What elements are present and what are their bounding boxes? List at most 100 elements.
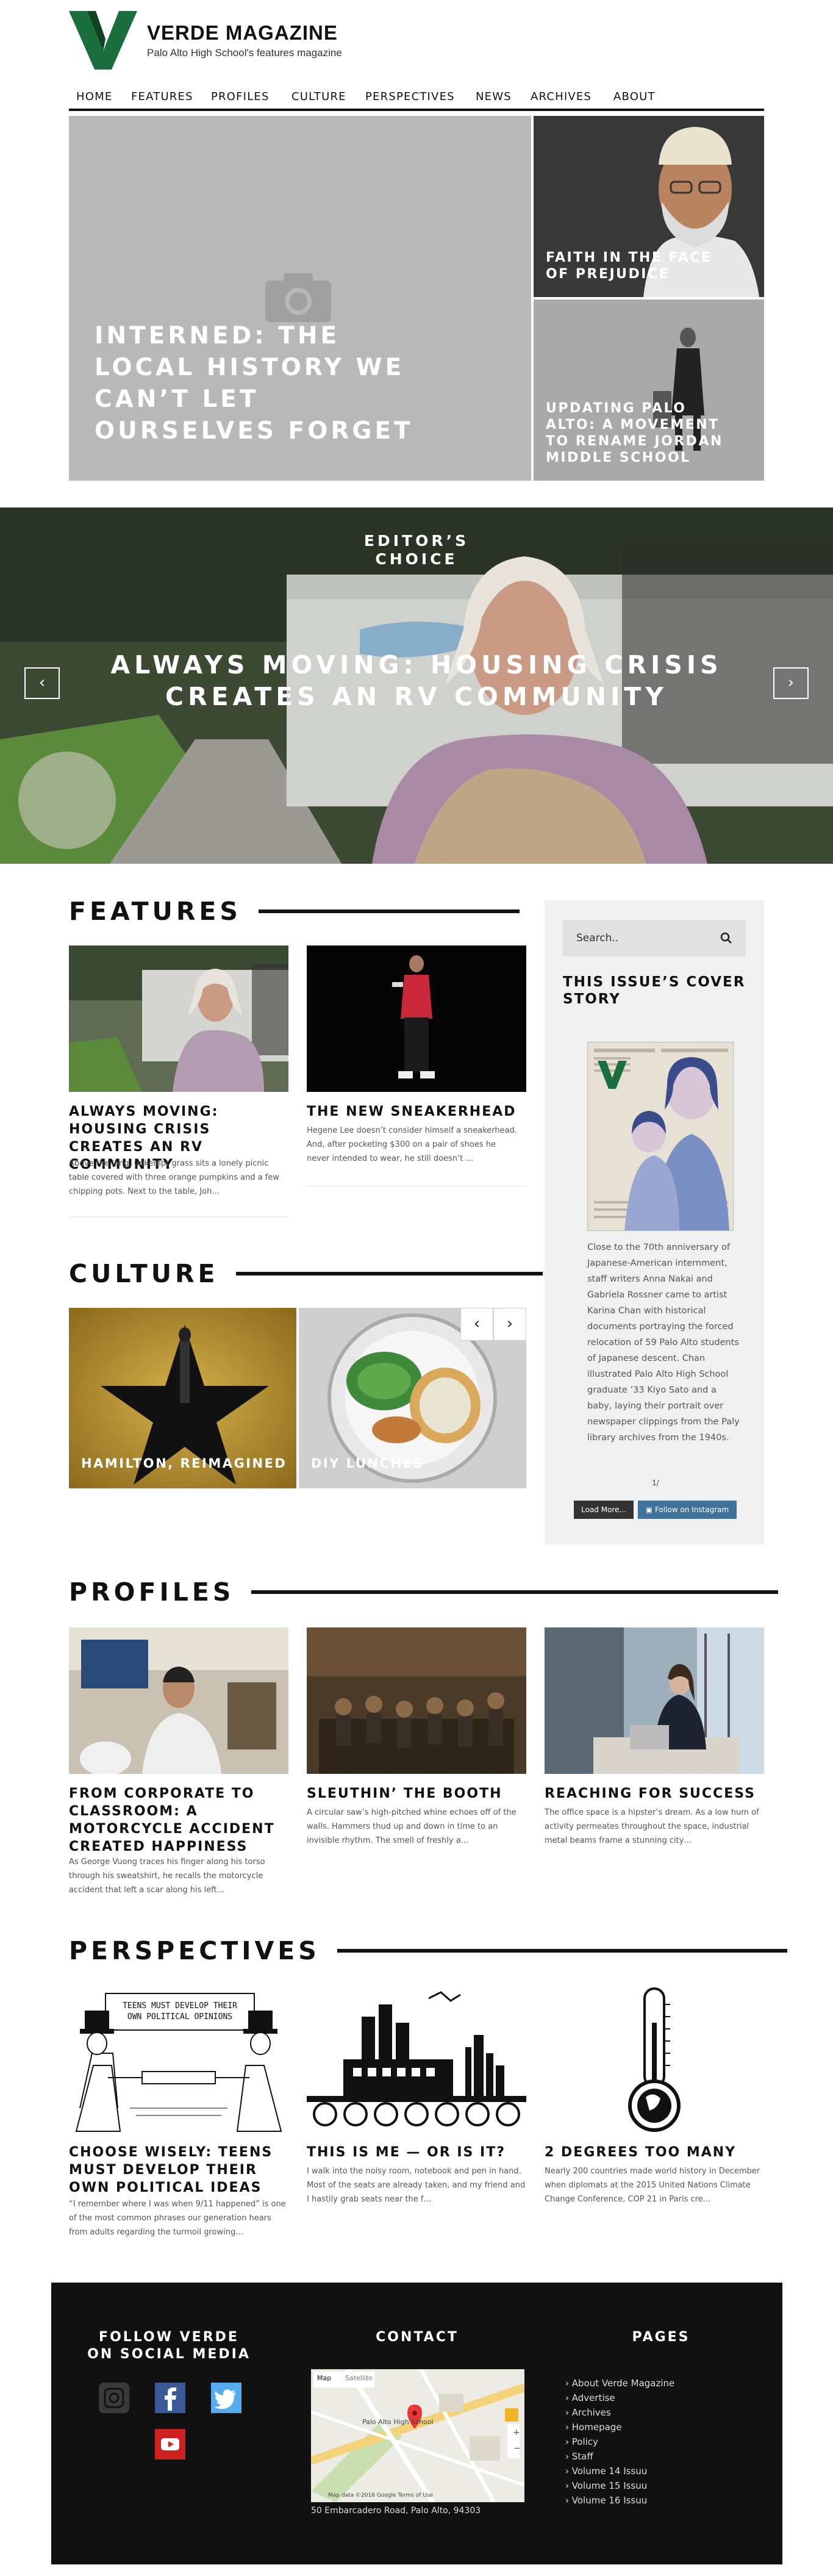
perspective-card-degrees[interactable]: 2 DEGREES TOO MANY Nearly 200 countries … xyxy=(545,1986,764,2218)
map-tab-map[interactable]: Map xyxy=(317,2374,331,2382)
feature-card-rv[interactable]: ALWAYS MOVING: HOUSING CRISIS CREATES AN… xyxy=(69,945,288,1218)
nav-perspectives[interactable]: PERSPECTIVES xyxy=(365,90,455,103)
perspective-card-title[interactable]: CHOOSE WISELY: TEENS MUST DEVELOP THEIR … xyxy=(69,2144,276,2197)
culture-prev-button[interactable]: ‹ xyxy=(460,1308,493,1341)
footer-page-link[interactable]: › Volume 16 Issuu xyxy=(565,2495,647,2506)
bullet-icon: › xyxy=(565,2466,569,2477)
features-heading: FEATURES xyxy=(69,897,520,926)
load-more-button[interactable]: Load More... xyxy=(574,1501,634,1519)
nav-profiles[interactable]: PROFILES xyxy=(211,90,270,103)
profile-card-title[interactable]: FROM CORPORATE TO CLASSROOM: A MOTORCYCL… xyxy=(69,1785,276,1856)
footer-page-link[interactable]: › About Verde Magazine xyxy=(565,2378,674,2389)
profile-card-title[interactable]: SLEUTHIN’ THE BOOTH xyxy=(307,1785,526,1803)
cover-story-image[interactable] xyxy=(587,1042,734,1231)
culture-next-button[interactable]: › xyxy=(493,1308,526,1341)
profiles-heading: PROFILES xyxy=(69,1577,779,1607)
heading-rule xyxy=(251,1590,779,1594)
footer-page-link[interactable]: › Staff xyxy=(565,2451,593,2462)
slider-prev-button[interactable]: ‹ xyxy=(24,667,60,699)
hero-tile-2-title[interactable]: UPDATING PALO ALTO: A MOVEMENT TO RENAME… xyxy=(546,400,741,466)
site-title: VERDE MAGAZINE xyxy=(147,21,338,44)
profile-card-corporate[interactable]: FROM CORPORATE TO CLASSROOM: A MOTORCYCL… xyxy=(69,1627,288,1902)
perspective-card-image[interactable]: TEENS MUST DEVELOP THEIR OWN POLITICAL O… xyxy=(69,1986,288,2133)
profile-card-excerpt: The office space is a hipster’s dream. A… xyxy=(545,1808,759,1845)
editors-choice-slider[interactable]: EDITOR’S CHOICE ALWAYS MOVING: HOUSING C… xyxy=(0,508,833,864)
profile-card-reaching[interactable]: REACHING FOR SUCCESS The office space is… xyxy=(545,1627,764,1847)
footer-social-heading: FOLLOW VERDE ON SOCIAL MEDIA xyxy=(87,2330,251,2362)
heading-rule xyxy=(258,909,520,913)
follow-instagram-label: Follow on Instagram xyxy=(654,1505,729,1514)
site-logo[interactable]: VERDE MAGAZINE Palo Alto High School's f… xyxy=(69,11,342,70)
nav-news[interactable]: NEWS xyxy=(476,90,512,103)
sidebar: THIS ISSUE’S COVER STORY Close to the 70… xyxy=(545,900,764,1545)
map-zoom-in-button[interactable]: + xyxy=(513,2428,520,2438)
footer-page-link[interactable]: › Volume 14 Issuu xyxy=(565,2466,647,2477)
instagram-small-icon: ▣ xyxy=(645,1505,655,1514)
perspectives-heading-text: PERSPECTIVES xyxy=(69,1936,320,1965)
map-attribution: Map data ©2016 Google Terms of Use xyxy=(328,2492,434,2499)
hero-main-title[interactable]: INTERNED: THE LOCAL HISTORY WE CAN’T LET… xyxy=(95,320,436,447)
footer-page-link[interactable]: › Advertise xyxy=(565,2392,615,2403)
culture-tile-title[interactable]: DIY LUNCHES xyxy=(311,1455,424,1471)
feature-card-image[interactable] xyxy=(307,945,526,1092)
feature-card-sneakerhead[interactable]: THE NEW SNEAKERHEAD Hegene Lee doesn’t c… xyxy=(307,945,526,1187)
follow-instagram-button[interactable]: ▣ Follow on Instagram xyxy=(638,1501,737,1519)
nav-culture[interactable]: CULTURE xyxy=(291,90,346,103)
hero-article-faith[interactable]: FAITH IN THE FACE OF PREJUDICE xyxy=(534,116,764,297)
cover-story-text: Close to the 70th anniversary of Japanes… xyxy=(587,1243,740,1443)
slider-title[interactable]: ALWAYS MOVING: HOUSING CRISIS CREATES AN… xyxy=(91,649,742,712)
map-zoom-out-button[interactable]: − xyxy=(513,2444,521,2453)
slider-next-button[interactable]: › xyxy=(773,667,809,699)
profile-card-title[interactable]: REACHING FOR SUCCESS xyxy=(545,1785,764,1803)
profile-card-excerpt: As George Vuong traces his finger along … xyxy=(69,1857,265,1895)
feature-card-image[interactable] xyxy=(69,945,288,1092)
hero-article-jordan[interactable]: UPDATING PALO ALTO: A MOVEMENT TO RENAME… xyxy=(534,300,764,481)
perspective-card-title[interactable]: 2 DEGREES TOO MANY xyxy=(545,2144,764,2161)
profile-card-image[interactable] xyxy=(307,1627,526,1774)
site-header: VERDE MAGAZINE Palo Alto High School's f… xyxy=(69,0,764,116)
perspective-card-excerpt: “I remember where I was when 9/11 happen… xyxy=(69,2200,286,2237)
culture-tile-title[interactable]: HAMILTON, REIMAGINED xyxy=(81,1455,287,1471)
slider-kicker: EDITOR’S CHOICE xyxy=(363,532,470,568)
card-divider xyxy=(69,1216,288,1217)
nav-archives[interactable]: ARCHIVES xyxy=(531,90,592,103)
youtube-icon[interactable] xyxy=(155,2429,185,2459)
main-nav: HOME FEATURES PROFILES CULTURE PERSPECTI… xyxy=(69,85,764,111)
search-box[interactable] xyxy=(563,920,746,956)
site-footer: FOLLOW VERDE ON SOCIAL MEDIA CONTACT PAG… xyxy=(51,2283,782,2564)
banner-caption: TEENS MUST DEVELOP THEIR OWN POLITICAL O… xyxy=(123,2001,237,2022)
footer-page-link[interactable]: › Archives xyxy=(565,2407,611,2418)
map-tab-satellite[interactable]: Satellite xyxy=(345,2374,373,2382)
perspective-card-excerpt: Nearly 200 countries made world history … xyxy=(545,2167,760,2204)
bullet-icon: › xyxy=(565,2422,569,2433)
culture-tile-hamilton[interactable]: HAMILTON, REIMAGINED xyxy=(69,1308,296,1488)
perspective-card-image[interactable] xyxy=(307,1986,526,2133)
perspective-card-image[interactable] xyxy=(545,1986,764,2133)
profile-card-booth[interactable]: SLEUTHIN’ THE BOOTH A circular saw’s hig… xyxy=(307,1627,526,1847)
culture-heading: CULTURE xyxy=(69,1259,543,1288)
profile-card-image[interactable] xyxy=(545,1627,764,1774)
location-map[interactable]: Map Satellite Palo Alto High School + − … xyxy=(311,2369,524,2502)
perspective-card-title[interactable]: THIS IS ME — OR IS IT? xyxy=(307,2144,526,2161)
instagram-icon[interactable] xyxy=(99,2383,129,2413)
nav-features[interactable]: FEATURES xyxy=(131,90,193,103)
perspective-card-me[interactable]: THIS IS ME — OR IS IT? I walk into the n… xyxy=(307,1986,526,2218)
profile-card-image[interactable] xyxy=(69,1627,288,1774)
facebook-icon[interactable] xyxy=(155,2383,185,2413)
twitter-icon[interactable] xyxy=(211,2383,241,2413)
search-input[interactable] xyxy=(563,920,715,956)
footer-page-link[interactable]: › Policy xyxy=(565,2436,598,2447)
hero-tile-1-title[interactable]: FAITH IN THE FACE OF PREJUDICE xyxy=(546,249,741,282)
nav-home[interactable]: HOME xyxy=(76,90,112,103)
verde-v-logo-icon xyxy=(69,11,137,70)
footer-page-link[interactable]: › Homepage xyxy=(565,2422,622,2433)
nav-about[interactable]: ABOUT xyxy=(613,90,656,103)
perspective-card-choose[interactable]: TEENS MUST DEVELOP THEIR OWN POLITICAL O… xyxy=(69,1986,288,2242)
bullet-icon: › xyxy=(565,2451,569,2462)
instagram-pagination: 1/ xyxy=(652,1479,659,1487)
feature-card-title[interactable]: THE NEW SNEAKERHEAD xyxy=(307,1103,526,1121)
hero-main-article[interactable]: INTERNED: THE LOCAL HISTORY WE CAN’T LET… xyxy=(69,116,531,481)
footer-page-link[interactable]: › Volume 15 Issuu xyxy=(565,2480,647,2491)
search-icon[interactable] xyxy=(720,932,732,944)
perspectives-heading: PERSPECTIVES xyxy=(69,1936,787,1965)
